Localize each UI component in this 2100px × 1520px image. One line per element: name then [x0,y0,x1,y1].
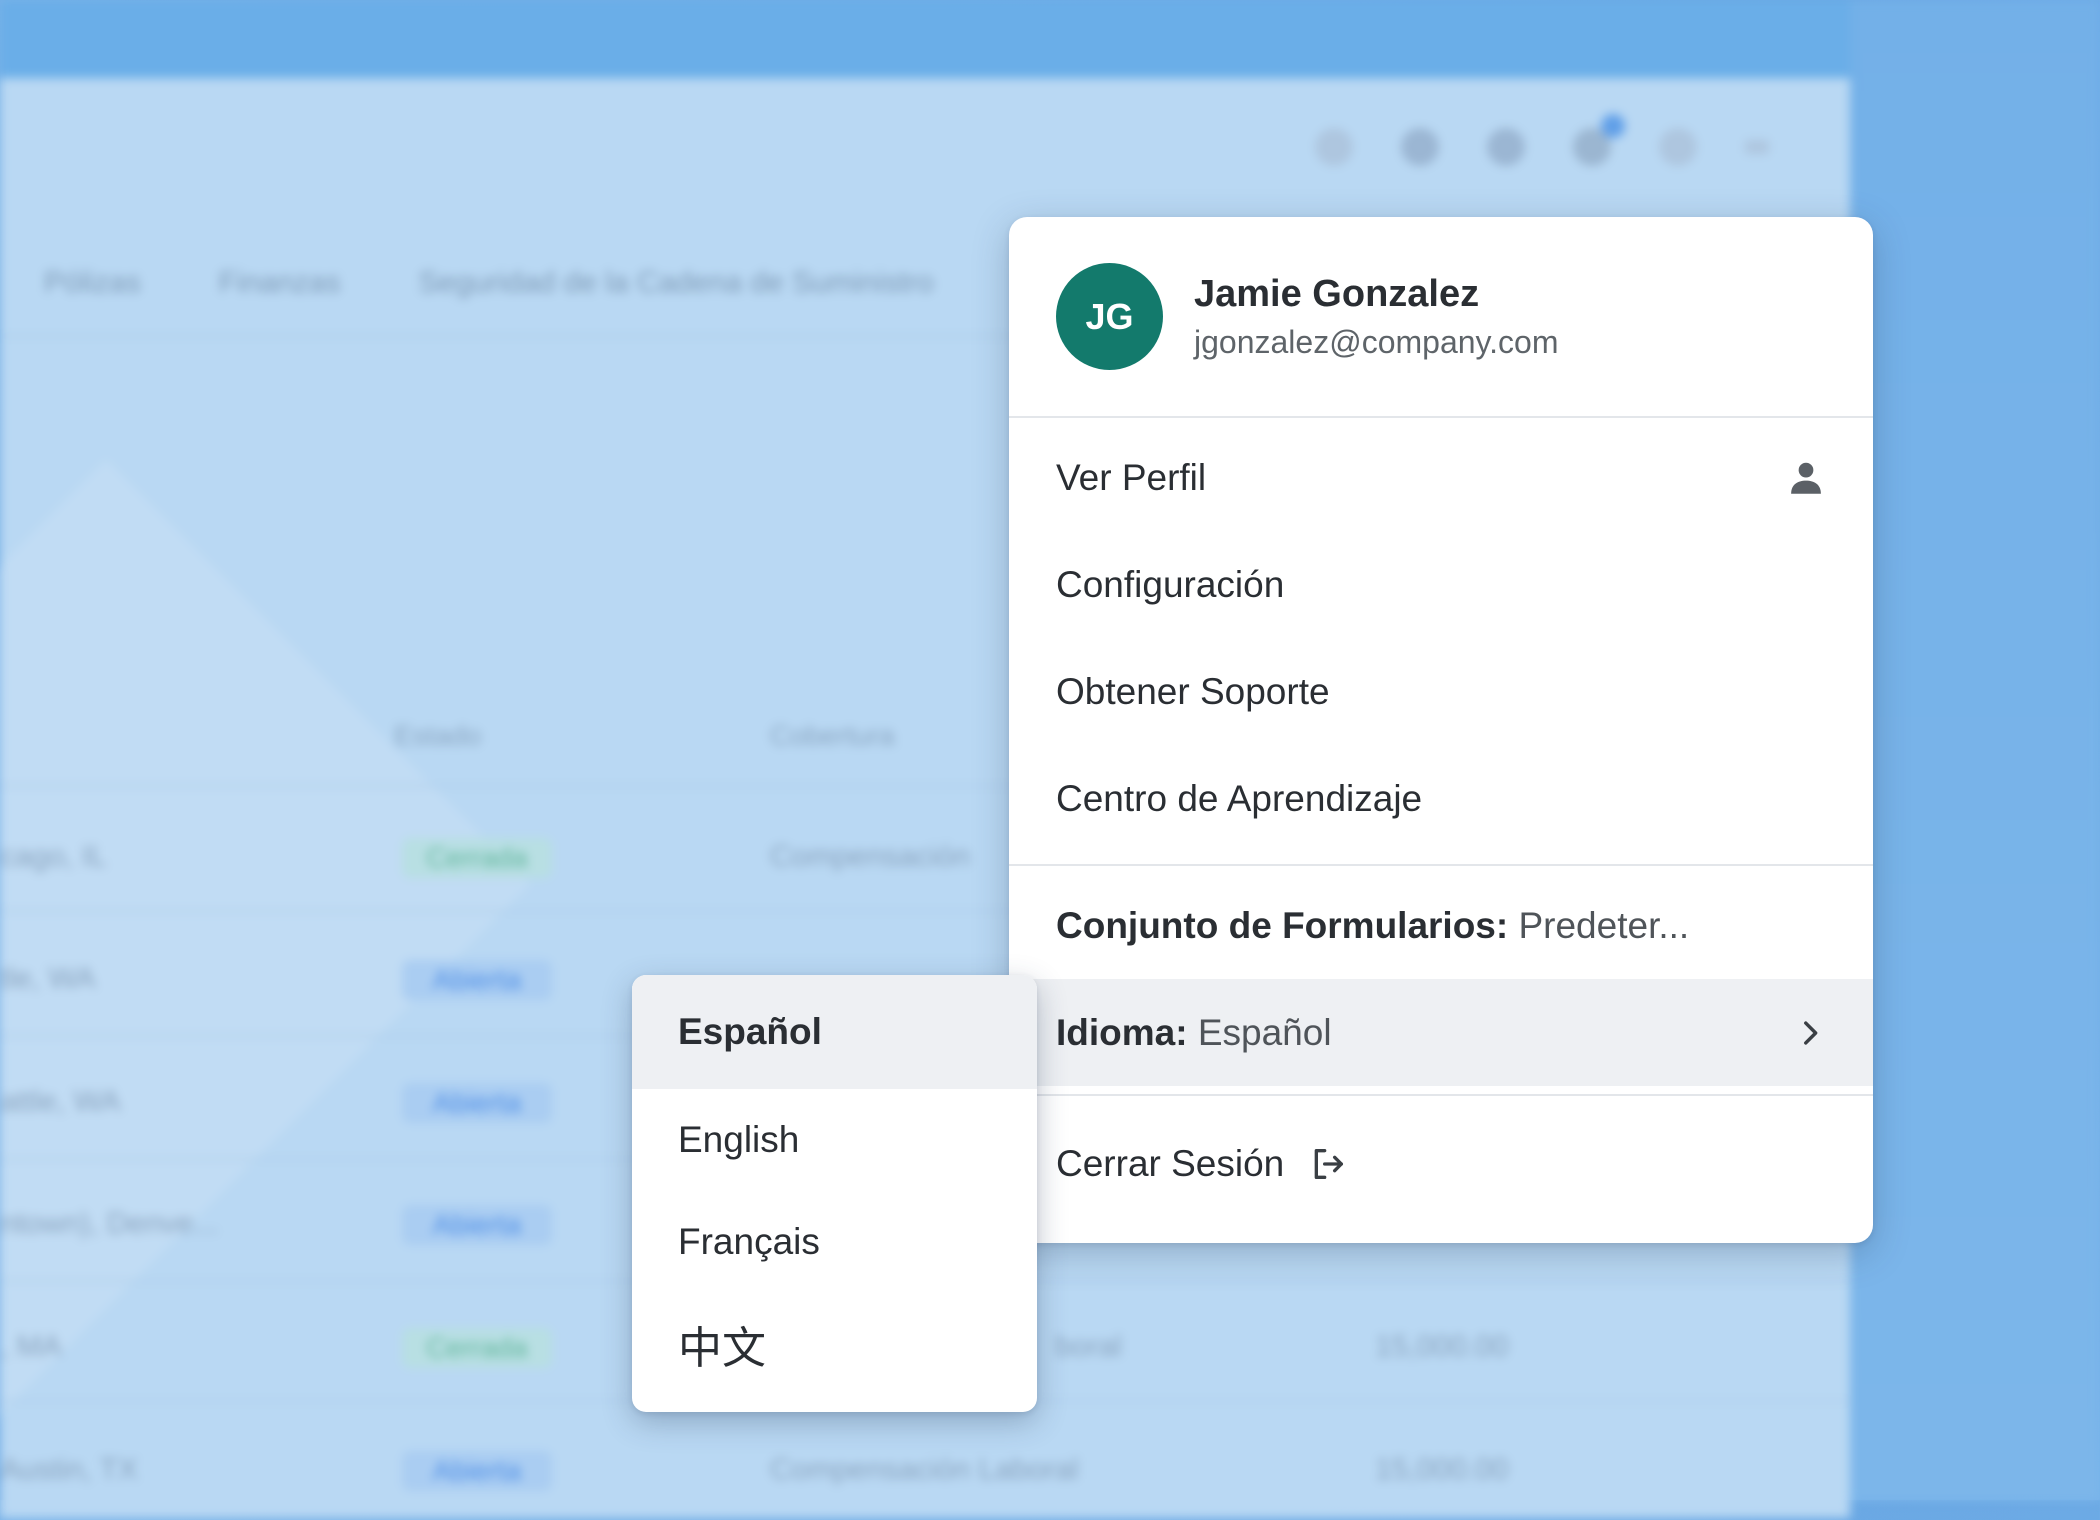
menu-item-label: Ver Perfil [1056,456,1207,498]
language-option-chinese[interactable]: 中文 [632,1293,1037,1395]
column-header-coverage: Cobertura [770,720,895,751]
table-cell-location: cago, IL [0,840,107,873]
nav-item-policies: Pólizas [44,266,141,299]
status-badge: Abierta [402,960,552,1000]
menu-item-logout[interactable]: Cerrar Sesión [1009,1108,1873,1220]
nav-item-supply-chain: Seguridad de la Cadena de Suministro [418,266,934,299]
menu-item-label: Centro de Aprendizaje [1056,777,1423,819]
column-header-status: Estado [394,720,482,751]
notification-icon [1573,114,1625,166]
menu-item-label: Obtener Soporte [1056,670,1330,712]
language-option-spanish[interactable]: Español [632,975,1037,1089]
user-menu-dropdown: JG Jamie Gonzalez jgonzalez@company.com … [1009,217,1873,1243]
user-menu-logout-section: Cerrar Sesión [1009,1096,1873,1220]
logout-label: Cerrar Sesión [1056,1143,1285,1184]
user-menu-main-section: Ver Perfil Configuración Obtener Soporte… [1009,418,1873,866]
status-badge: Abierta [402,1205,552,1245]
table-cell-coverage: Compensación Laboral [770,1453,1079,1486]
user-info: Jamie Gonzalez jgonzalez@company.com [1194,273,1559,361]
form-set-value: Predeter... [1518,904,1690,946]
background-header-icons [1315,114,1769,166]
status-badge: Cerrada [402,1328,552,1368]
menu-item-view-profile[interactable]: Ver Perfil [1009,424,1873,531]
status-badge: Cerrada [402,838,552,878]
status-badge: Abierta [402,1451,552,1491]
logout-icon [1314,1149,1344,1179]
language-option-english[interactable]: English [632,1089,1037,1191]
menu-item-label: Configuración [1056,563,1285,605]
logout-wrap: Cerrar Sesión [1056,1143,1348,1185]
table-cell-amount: 15,000.00 [1375,1330,1509,1363]
user-name: Jamie Gonzalez [1194,272,1480,315]
background-nav: Pólizas Finanzas Seguridad de la Cadena … [44,266,934,300]
chevron-right-icon [1804,1020,1818,1045]
language-text: Idioma: Español [1056,1012,1332,1054]
language-option-french[interactable]: Français [632,1191,1037,1293]
table-cell-location: attle, WA [0,1085,121,1118]
table-cell-coverage: boral [1055,1330,1122,1363]
header-avatar [1659,128,1697,166]
help-icon [1401,128,1439,166]
menu-item-learning-center[interactable]: Centro de Aprendizaje [1009,745,1873,852]
table-cell-location: Austin, TX [0,1453,138,1486]
table-cell-location: tle, WA [0,962,96,995]
user-menu-header: JG Jamie Gonzalez jgonzalez@company.com [1009,217,1873,418]
form-set-label: Conjunto de Formularios: [1056,904,1509,946]
background-right-panel [1850,0,2100,1500]
table-cell-amount: 15,000.00 [1375,1453,1509,1486]
table-cell-location: , MA [0,1330,62,1363]
chevron-down-icon [1745,140,1769,154]
menu-item-get-support[interactable]: Obtener Soporte [1009,638,1873,745]
status-badge: Abierta [402,1083,552,1123]
background-top-strip [0,0,1850,80]
menu-item-form-set[interactable]: Conjunto de Formularios: Predeter... [1009,872,1873,979]
table-cell-coverage: Compensación [770,840,971,873]
search-icon [1315,128,1353,166]
table-cell-location: ntown), Denve... [0,1207,219,1240]
tag-icon [1487,128,1525,166]
avatar: JG [1056,263,1163,370]
menu-item-settings[interactable]: Configuración [1009,531,1873,638]
person-icon [1791,462,1821,494]
user-email: jgonzalez@company.com [1194,323,1559,360]
menu-item-language[interactable]: Idioma: Español [1009,979,1873,1086]
user-menu-preferences-section: Conjunto de Formularios: Predeter... Idi… [1009,866,1873,1096]
form-set-text: Conjunto de Formularios: Predeter... [1056,905,1689,947]
language-submenu: Español English Français 中文 [632,975,1037,1412]
language-label: Idioma: [1056,1011,1188,1053]
language-value: Español [1197,1011,1332,1053]
nav-item-finance: Finanzas [218,266,341,299]
